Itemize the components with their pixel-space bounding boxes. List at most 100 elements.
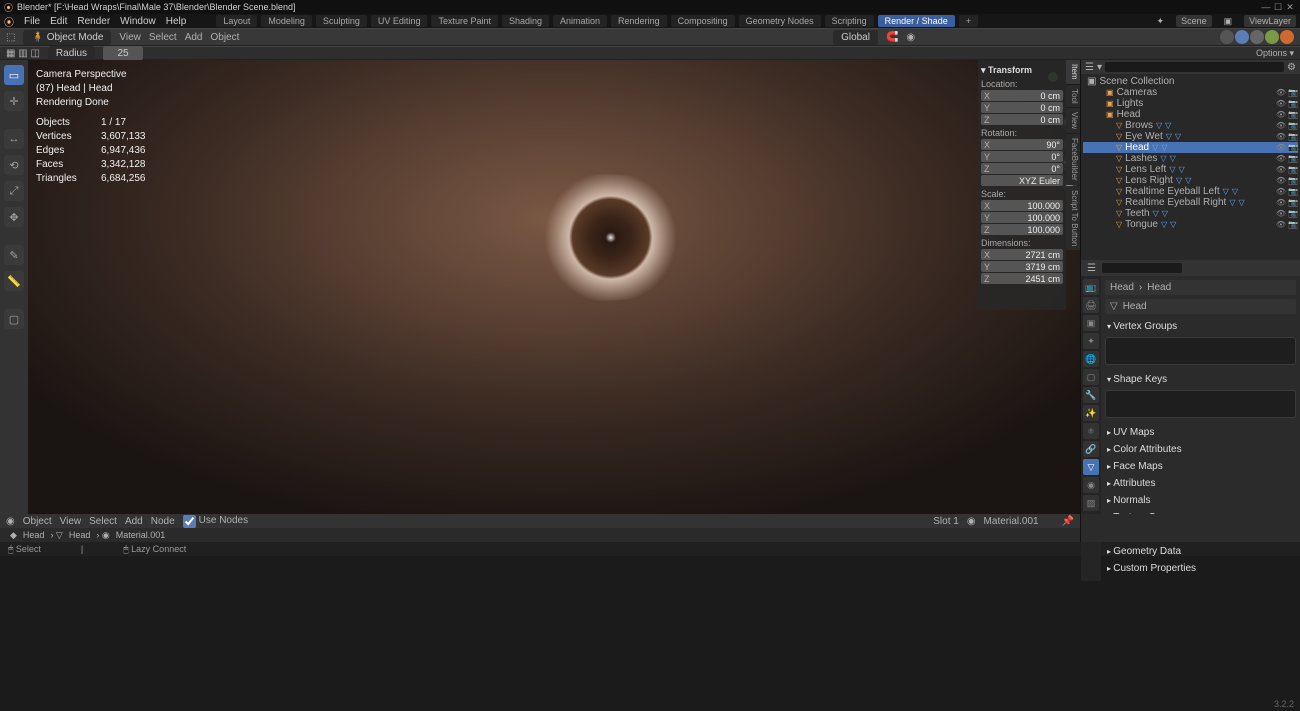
rotation-mode[interactable]: XYZ Euler: [981, 175, 1063, 186]
bc-data[interactable]: Head: [69, 530, 91, 540]
outliner-item[interactable]: ▽ Realtime Eyeball Left ▽ ▽👁📷: [1083, 186, 1298, 197]
outliner-item[interactable]: ▽ Lashes ▽ ▽👁📷: [1083, 153, 1298, 164]
material-name[interactable]: Material.001: [984, 516, 1054, 527]
n-tab[interactable]: Item: [1066, 60, 1080, 84]
prop-tab-physics[interactable]: ⚛: [1083, 423, 1099, 439]
render-icon[interactable]: 📷: [1288, 99, 1298, 108]
workspace-tab[interactable]: Geometry Nodes: [739, 15, 821, 27]
node-menu-node[interactable]: Node: [151, 516, 175, 527]
outliner-search[interactable]: [1105, 62, 1284, 72]
render-icon[interactable]: 📷: [1288, 198, 1298, 207]
snap-icon[interactable]: 🧲: [886, 32, 898, 43]
outliner-item[interactable]: ▽ Teeth ▽ ▽👁📷: [1083, 208, 1298, 219]
props-search[interactable]: [1102, 263, 1182, 273]
render-icon[interactable]: 📷: [1288, 176, 1298, 185]
outliner-item[interactable]: ▣ Lights 👁📷: [1083, 98, 1298, 109]
window-controls[interactable]: —☐✕: [1260, 2, 1296, 13]
scale-y[interactable]: Y100.000: [981, 212, 1063, 223]
tool-icons[interactable]: ▦ ▥ ◫: [6, 48, 40, 59]
menu-edit[interactable]: Edit: [50, 16, 67, 27]
dimension-y[interactable]: Y3719 cm: [981, 261, 1063, 272]
n-tab[interactable]: Script To Button: [1066, 186, 1080, 250]
render-icon[interactable]: 📷: [1288, 220, 1298, 229]
prop-tab-texture[interactable]: ▨: [1083, 495, 1099, 511]
menu-file[interactable]: File: [24, 16, 40, 27]
outliner-item[interactable]: ▽ Realtime Eyeball Right ▽ ▽👁📷: [1083, 197, 1298, 208]
prop-tab-output[interactable]: 🖨: [1083, 297, 1099, 313]
shading-buttons[interactable]: [1220, 30, 1294, 44]
prop-tab-material[interactable]: ◉: [1083, 477, 1099, 493]
prop-tab-modifier[interactable]: 🔧: [1083, 387, 1099, 403]
eye-icon[interactable]: 👁: [1276, 88, 1286, 97]
workspace-tab[interactable]: Layout: [216, 15, 257, 27]
hdr-view[interactable]: View: [119, 32, 141, 43]
tool-annotate[interactable]: ✎: [4, 245, 24, 265]
props-section[interactable]: Face Maps: [1105, 458, 1296, 475]
menu-help[interactable]: Help: [166, 16, 187, 27]
scale-x[interactable]: X100.000: [981, 200, 1063, 211]
props-section[interactable]: UV Maps: [1105, 424, 1296, 441]
outliner-item[interactable]: ▽ Eye Wet ▽ ▽👁📷: [1083, 131, 1298, 142]
props-section[interactable]: Normals: [1105, 492, 1296, 509]
hdr-add[interactable]: Add: [185, 32, 203, 43]
prop-tab-data[interactable]: ▽: [1083, 459, 1099, 475]
workspace-tab[interactable]: Texture Paint: [431, 15, 498, 27]
rotation-x[interactable]: X90°: [981, 139, 1063, 150]
render-icon[interactable]: 📷: [1288, 121, 1298, 130]
workspace-tab[interactable]: UV Editing: [371, 15, 428, 27]
rotation-y[interactable]: Y0°: [981, 151, 1063, 162]
outliner-item[interactable]: ▽ Brows ▽ ▽👁📷: [1083, 120, 1298, 131]
props-type-icon[interactable]: ☰: [1087, 263, 1096, 274]
rotation-z[interactable]: Z0°: [981, 163, 1063, 174]
bc-mat[interactable]: Material.001: [116, 530, 166, 540]
prop-tab-world[interactable]: 🌐: [1083, 351, 1099, 367]
node-mode[interactable]: Object: [23, 516, 52, 527]
render-icon[interactable]: 📷: [1288, 143, 1298, 152]
eye-icon[interactable]: 👁: [1276, 209, 1286, 218]
tool-select-box[interactable]: ▭: [4, 65, 24, 85]
n-tab[interactable]: Tool: [1066, 85, 1080, 108]
node-menu-add[interactable]: Add: [125, 516, 143, 527]
workspace-tab[interactable]: Animation: [553, 15, 607, 27]
n-tab[interactable]: FaceBuilder: [1066, 134, 1080, 185]
dimension-x[interactable]: X2721 cm: [981, 249, 1063, 260]
options-label[interactable]: Options ▾: [1256, 48, 1294, 59]
render-icon[interactable]: 📷: [1288, 209, 1298, 218]
n-tab[interactable]: View: [1066, 108, 1080, 133]
outliner-item[interactable]: ▽ Lens Left ▽ ▽👁📷: [1083, 164, 1298, 175]
eye-icon[interactable]: 👁: [1276, 143, 1286, 152]
props-section[interactable]: Attributes: [1105, 475, 1296, 492]
bc-obj[interactable]: Head: [23, 530, 45, 540]
outliner-item[interactable]: ▽ Head ▽ ▽👁📷: [1083, 142, 1298, 153]
section-shape-keys[interactable]: Shape Keys: [1105, 371, 1296, 388]
viewlayer-name[interactable]: ViewLayer: [1244, 15, 1296, 27]
eye-icon[interactable]: 👁: [1276, 176, 1286, 185]
shape-keys-list[interactable]: [1105, 390, 1296, 418]
scale-z[interactable]: Z100.000: [981, 224, 1063, 235]
workspace-tab[interactable]: Scripting: [825, 15, 874, 27]
tool-rotate[interactable]: ⟲: [4, 155, 24, 175]
slot-dropdown[interactable]: Slot 1: [933, 516, 959, 527]
props-breadcrumb[interactable]: Head › Head: [1105, 280, 1296, 295]
tool-measure[interactable]: 📏: [4, 271, 24, 291]
prop-tab-viewlayer[interactable]: ▣: [1083, 315, 1099, 331]
workspace-tab[interactable]: Compositing: [671, 15, 735, 27]
node-editor-type-icon[interactable]: ◉: [6, 516, 15, 527]
mode-dropdown[interactable]: 🧍 Object Mode: [23, 30, 111, 45]
menu-window[interactable]: Window: [120, 16, 156, 27]
workspace-tab[interactable]: +: [959, 15, 978, 27]
editor-type-icon[interactable]: ⬚: [6, 32, 15, 43]
proportional-icon[interactable]: ◉: [906, 32, 915, 43]
outliner-root[interactable]: Scene Collection: [1099, 76, 1174, 87]
eye-icon[interactable]: 👁: [1276, 165, 1286, 174]
eye-icon[interactable]: 👁: [1276, 99, 1286, 108]
tool-cursor[interactable]: ✛: [4, 91, 24, 111]
hdr-object[interactable]: Object: [210, 32, 239, 43]
props-section[interactable]: Custom Properties: [1105, 560, 1296, 577]
render-icon[interactable]: 📷: [1288, 132, 1298, 141]
location-y[interactable]: Y0 cm: [981, 102, 1063, 113]
use-nodes-checkbox[interactable]: Use Nodes: [183, 515, 248, 528]
tool-move[interactable]: ↔: [4, 129, 24, 149]
prop-tab-render[interactable]: 📺: [1083, 279, 1099, 295]
section-vertex-groups[interactable]: Vertex Groups: [1105, 318, 1296, 335]
